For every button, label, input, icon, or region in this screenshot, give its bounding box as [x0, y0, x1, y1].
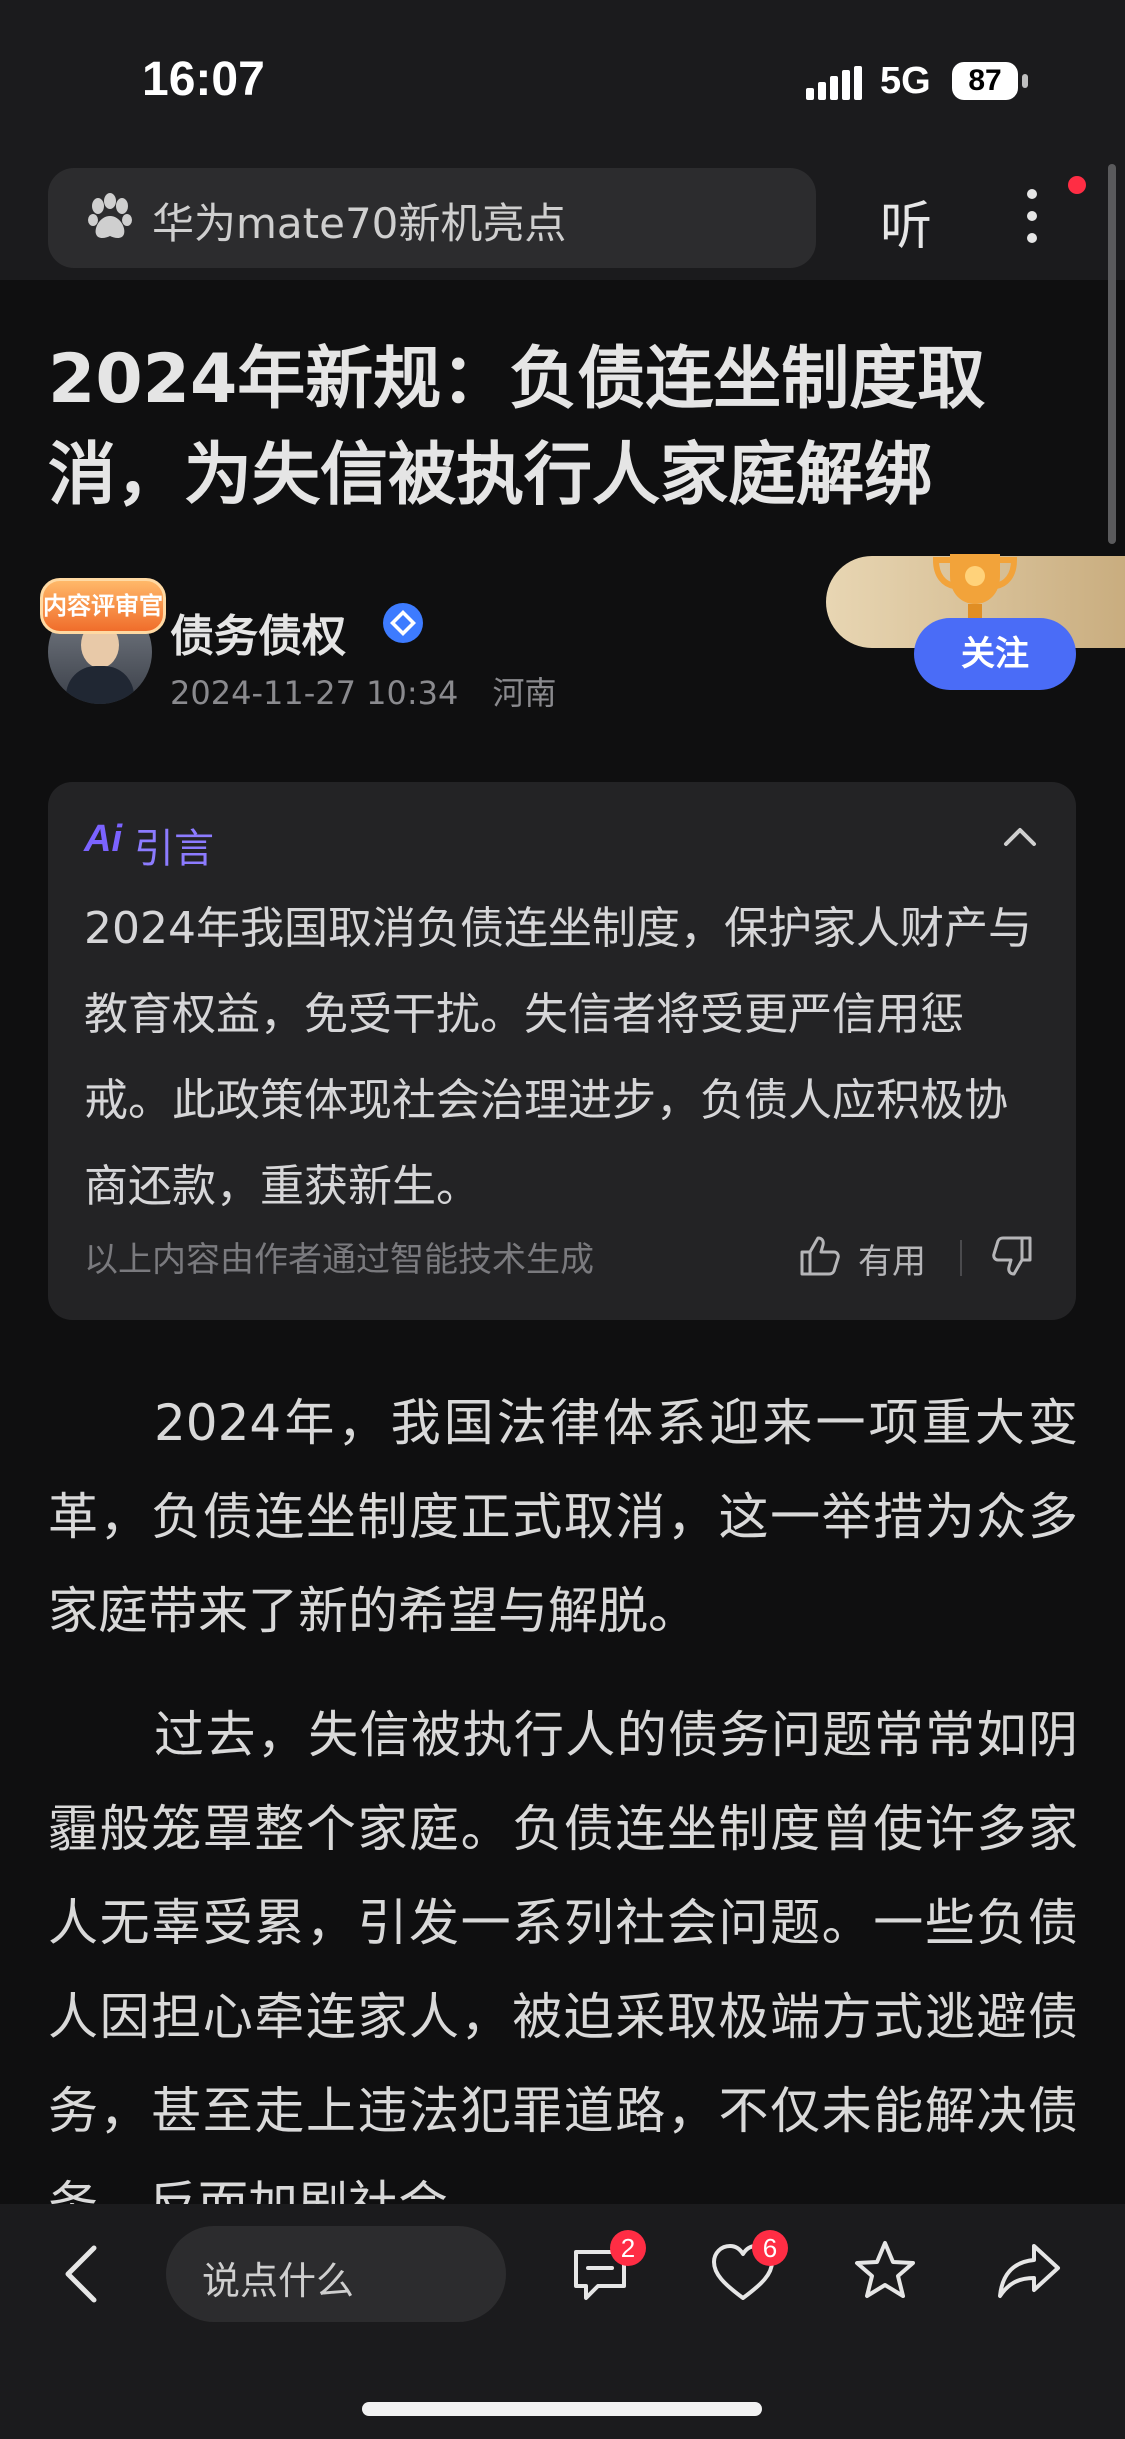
ai-logo: Ai — [84, 818, 122, 860]
article-title: 2024年新规：负债连坐制度取消，为失信被执行人家庭解绑 — [48, 340, 986, 515]
like-count-badge: 6 — [752, 2230, 788, 2266]
more-icon[interactable] — [1020, 184, 1044, 248]
search-query[interactable]: 华为mate70新机亮点 — [152, 190, 566, 251]
article-paragraph: 过去，失信被执行人的债务问题常常如阴霾般笼罩整个家庭。负债连坐制度曾使许多家人无… — [48, 1706, 1078, 2234]
publish-location: 河南 — [492, 674, 557, 712]
battery-level: 87 — [952, 62, 1018, 100]
author-meta: 2024-11-27 10:34 河南 — [170, 668, 581, 714]
thumbs-up-icon[interactable] — [796, 1232, 844, 1280]
paw-icon — [88, 193, 132, 238]
useful-label[interactable]: 有用 — [858, 1234, 926, 1283]
network-type: 5G — [880, 60, 931, 102]
reviewer-badge: 内容评审官 — [40, 578, 166, 634]
verified-icon — [383, 603, 423, 643]
battery-tip — [1022, 74, 1028, 88]
back-icon[interactable] — [58, 2242, 106, 2306]
notification-dot — [1068, 176, 1086, 194]
home-indicator[interactable] — [362, 2402, 762, 2416]
share-icon[interactable] — [996, 2240, 1062, 2302]
listen-button[interactable]: 听 — [880, 184, 932, 259]
status-time: 16:07 — [142, 53, 265, 106]
thumbs-down-icon[interactable] — [988, 1232, 1036, 1280]
signal-icon — [806, 66, 862, 100]
article-paragraph: 2024年，我国法律体系迎来一项重大变革，负债连坐制度正式取消，这一举措为众多家… — [48, 1394, 1078, 1640]
scrollbar[interactable] — [1108, 164, 1116, 544]
comment-count-badge: 2 — [610, 2230, 646, 2266]
ai-summary-label: 引言 — [134, 826, 214, 872]
ai-disclaimer: 以上内容由作者通过智能技术生成 — [84, 1240, 594, 1280]
publish-datetime: 2024-11-27 10:34 — [170, 674, 459, 712]
avatar-body — [66, 666, 134, 704]
star-icon[interactable] — [852, 2238, 918, 2304]
chevron-up-icon[interactable] — [1002, 822, 1038, 850]
follow-button[interactable]: 关注 — [914, 618, 1076, 690]
comment-placeholder[interactable]: 说点什么 — [202, 2250, 354, 2305]
divider — [960, 1240, 962, 1276]
author-name[interactable]: 债务债权 — [170, 600, 346, 664]
ai-summary-text: 2024年我国取消负债连坐制度，保护家人财产与教育权益，免受干扰。失信者将受更严… — [84, 903, 1032, 1212]
